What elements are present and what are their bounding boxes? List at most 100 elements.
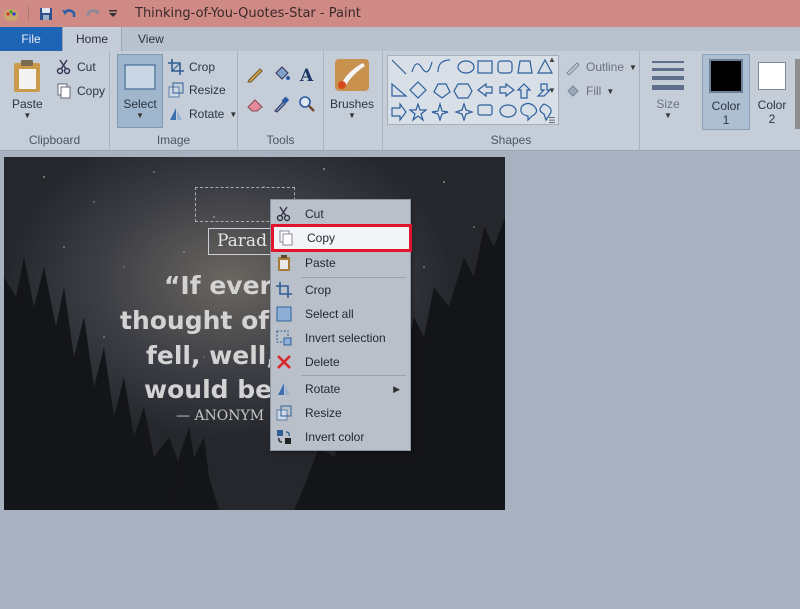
color2-button[interactable]: Color 2 <box>752 54 792 126</box>
select-all-icon <box>276 306 292 322</box>
resize-button[interactable]: Resize <box>168 80 226 100</box>
shapes-more-icon[interactable]: ☰ <box>548 116 555 125</box>
color2-label: Color <box>757 98 787 112</box>
cut-button[interactable]: Cut <box>56 57 96 77</box>
crop-icon <box>276 282 292 298</box>
image-badge-text: Parad <box>208 228 278 255</box>
outline-button[interactable]: Outline ▼ <box>565 57 637 77</box>
menu-item-invert-color[interactable]: Invert color <box>271 425 410 449</box>
outline-caret-icon: ▼ <box>629 62 637 72</box>
tools-grid: A <box>246 65 324 113</box>
paste-icon <box>278 255 290 271</box>
tab-view[interactable]: View <box>122 27 178 51</box>
menu-item-resize[interactable]: Resize <box>271 401 410 425</box>
paste-button[interactable]: Paste ▼ <box>12 59 43 120</box>
crop-button[interactable]: Crop <box>168 57 215 77</box>
customize-qat-icon[interactable] <box>105 0 121 27</box>
select-label: Select <box>123 97 157 111</box>
ribbon-tabs: File Home View <box>0 27 800 51</box>
select-button[interactable]: Select ▼ <box>117 54 163 128</box>
magnifier-icon[interactable] <box>298 95 316 113</box>
menu-label-resize: Resize <box>305 406 342 420</box>
text-tool-icon[interactable]: A <box>298 65 316 83</box>
outline-icon <box>566 62 580 75</box>
brushes-button[interactable]: Brushes ▼ <box>330 57 374 120</box>
size-button[interactable]: Size ▼ <box>646 57 690 120</box>
copy-label: Copy <box>77 84 106 98</box>
context-menu: Cut Copy Paste Crop Select all Invert se… <box>270 199 412 451</box>
menu-item-delete[interactable]: Delete <box>271 350 410 374</box>
outline-label: Outline <box>586 60 625 74</box>
invert-color-icon <box>277 430 291 444</box>
crop-label: Crop <box>189 60 216 74</box>
fill-caret-icon: ▼ <box>606 86 615 96</box>
brushes-label: Brushes <box>329 97 375 111</box>
invert-selection-icon <box>276 330 292 346</box>
redo-icon[interactable] <box>81 0 105 27</box>
color1-button[interactable]: Color 1 <box>702 54 750 130</box>
menu-item-crop[interactable]: Crop <box>271 278 410 302</box>
submenu-arrow-icon: ▶ <box>393 383 400 394</box>
menu-label-copy: Copy <box>307 231 336 245</box>
image-group-label: Image <box>156 133 191 147</box>
size-caret-icon: ▼ <box>664 111 672 120</box>
ribbon: Paste ▼ Cut Copy Clipboard Select ▼ Crop… <box>0 51 800 151</box>
shapes-scroll[interactable]: ▲ ▼ ☰ <box>545 55 559 125</box>
tab-home[interactable]: Home <box>62 27 122 51</box>
menu-item-copy[interactable]: Copy <box>271 224 412 252</box>
menu-item-invert-selection[interactable]: Invert selection <box>271 326 410 350</box>
fill-label: Fill <box>586 84 602 98</box>
quote-line-2: thought of y <box>120 306 295 335</box>
color2-swatch <box>758 62 786 90</box>
size-label: Size <box>656 97 680 111</box>
menu-label-crop: Crop <box>305 283 332 297</box>
select-icon <box>124 64 156 90</box>
undo-icon[interactable] <box>57 0 81 27</box>
tools-group: A Tools <box>238 51 324 151</box>
color1-label: Color <box>711 99 741 113</box>
scissors-icon <box>276 206 291 222</box>
shapes-scroll-up-icon[interactable]: ▲ <box>548 55 556 64</box>
copy-icon <box>57 83 71 99</box>
rotate-button[interactable]: Rotate ▼ <box>168 104 237 124</box>
delete-icon <box>277 355 291 369</box>
menu-label-invert-selection: Invert selection <box>305 331 386 345</box>
svg-text:A: A <box>299 66 314 83</box>
brushes-caret-icon: ▼ <box>348 111 356 120</box>
quote-line-3: fell, well, <box>146 341 276 370</box>
rotate-caret-icon: ▼ <box>229 109 238 119</box>
shapes-gallery[interactable] <box>387 55 559 125</box>
rotate-icon <box>278 383 290 395</box>
eraser-icon[interactable] <box>246 95 264 113</box>
crop-icon <box>168 59 184 75</box>
copy-button[interactable]: Copy <box>56 81 105 101</box>
color1-number: 1 <box>722 113 730 127</box>
menu-label-paste: Paste <box>305 256 336 270</box>
pencil-icon[interactable] <box>246 65 264 83</box>
tab-file[interactable]: File <box>0 27 62 51</box>
color-picker-icon[interactable] <box>272 95 290 113</box>
color2-number: 2 <box>768 112 776 126</box>
menu-item-rotate[interactable]: Rotate ▶ <box>271 377 410 401</box>
menu-item-paste[interactable]: Paste <box>271 251 410 275</box>
menu-item-cut[interactable]: Cut <box>271 202 410 226</box>
color1-swatch <box>709 59 743 93</box>
fill-bucket-icon[interactable] <box>272 65 290 83</box>
image-group: Select ▼ Crop Resize Rotate ▼ Image <box>110 51 238 151</box>
fill-button[interactable]: Fill ▼ <box>565 81 614 101</box>
shapes-group: ▲ ▼ ☰ Outline ▼ Fill ▼ Shapes <box>382 51 640 151</box>
title-bar: Thinking-of-You-Quotes-Star - Paint <box>0 0 800 27</box>
rotate-icon <box>170 108 182 120</box>
shapes-scroll-down-icon[interactable]: ▼ <box>548 86 556 95</box>
resize-icon <box>168 82 184 98</box>
cut-label: Cut <box>77 60 96 74</box>
save-icon[interactable] <box>35 0 57 27</box>
fill-icon <box>567 85 579 97</box>
resize-icon <box>276 405 292 421</box>
clipboard-group-label: Clipboard <box>28 133 81 147</box>
qat-separator <box>28 6 29 21</box>
tools-group-label: Tools <box>266 133 295 147</box>
palette-edge <box>795 59 800 129</box>
menu-item-select-all[interactable]: Select all <box>271 302 410 326</box>
paint-app-icon[interactable] <box>0 0 22 27</box>
